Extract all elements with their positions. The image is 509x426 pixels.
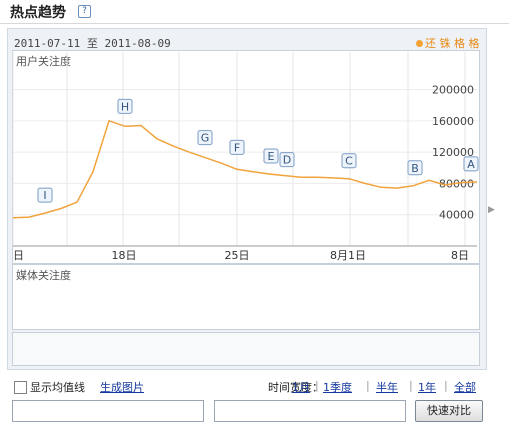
time-option-quarter[interactable]: 1季度: [323, 379, 352, 395]
question-icon[interactable]: ?: [78, 5, 91, 18]
header-divider: [0, 23, 509, 24]
compare-input-2[interactable]: [214, 400, 406, 422]
restore-label: 还 铢 格 格: [425, 37, 480, 50]
date-start: 2011-07-11: [14, 37, 81, 50]
show-avg-checkbox[interactable]: [14, 381, 27, 394]
separator: |: [444, 379, 448, 392]
date-to: 至: [86, 37, 98, 50]
restore-dot-icon: [416, 40, 423, 47]
timeline-scroller[interactable]: [12, 332, 480, 366]
media-chart-title: 媒体关注度: [16, 269, 71, 282]
quick-compare-button[interactable]: 快速对比: [415, 400, 483, 422]
time-option-year[interactable]: 1年: [418, 379, 436, 395]
media-attention-chart: [12, 264, 480, 330]
show-avg-label: 显示均值线: [30, 381, 85, 394]
time-option-all[interactable]: 全部: [454, 379, 476, 395]
date-end: 2011-08-09: [104, 37, 171, 50]
time-option-halfyear[interactable]: 半年: [376, 379, 398, 395]
page-title: 热点趋势: [10, 5, 66, 21]
expand-arrow-icon[interactable]: ▶: [488, 205, 496, 215]
user-chart-title: 用户关注度: [16, 55, 71, 68]
user-attention-chart: [12, 50, 480, 264]
separator: |: [409, 379, 413, 392]
separator: |: [366, 379, 370, 392]
separator: |: [315, 379, 319, 392]
compare-input-1[interactable]: [12, 400, 204, 422]
restore-button[interactable]: 还 铢 格 格: [416, 35, 480, 51]
generate-image-link[interactable]: 生成图片: [100, 379, 144, 395]
date-range: 2011-07-11 至 2011-08-09: [14, 35, 171, 51]
time-option-1month[interactable]: 1月: [292, 379, 310, 395]
